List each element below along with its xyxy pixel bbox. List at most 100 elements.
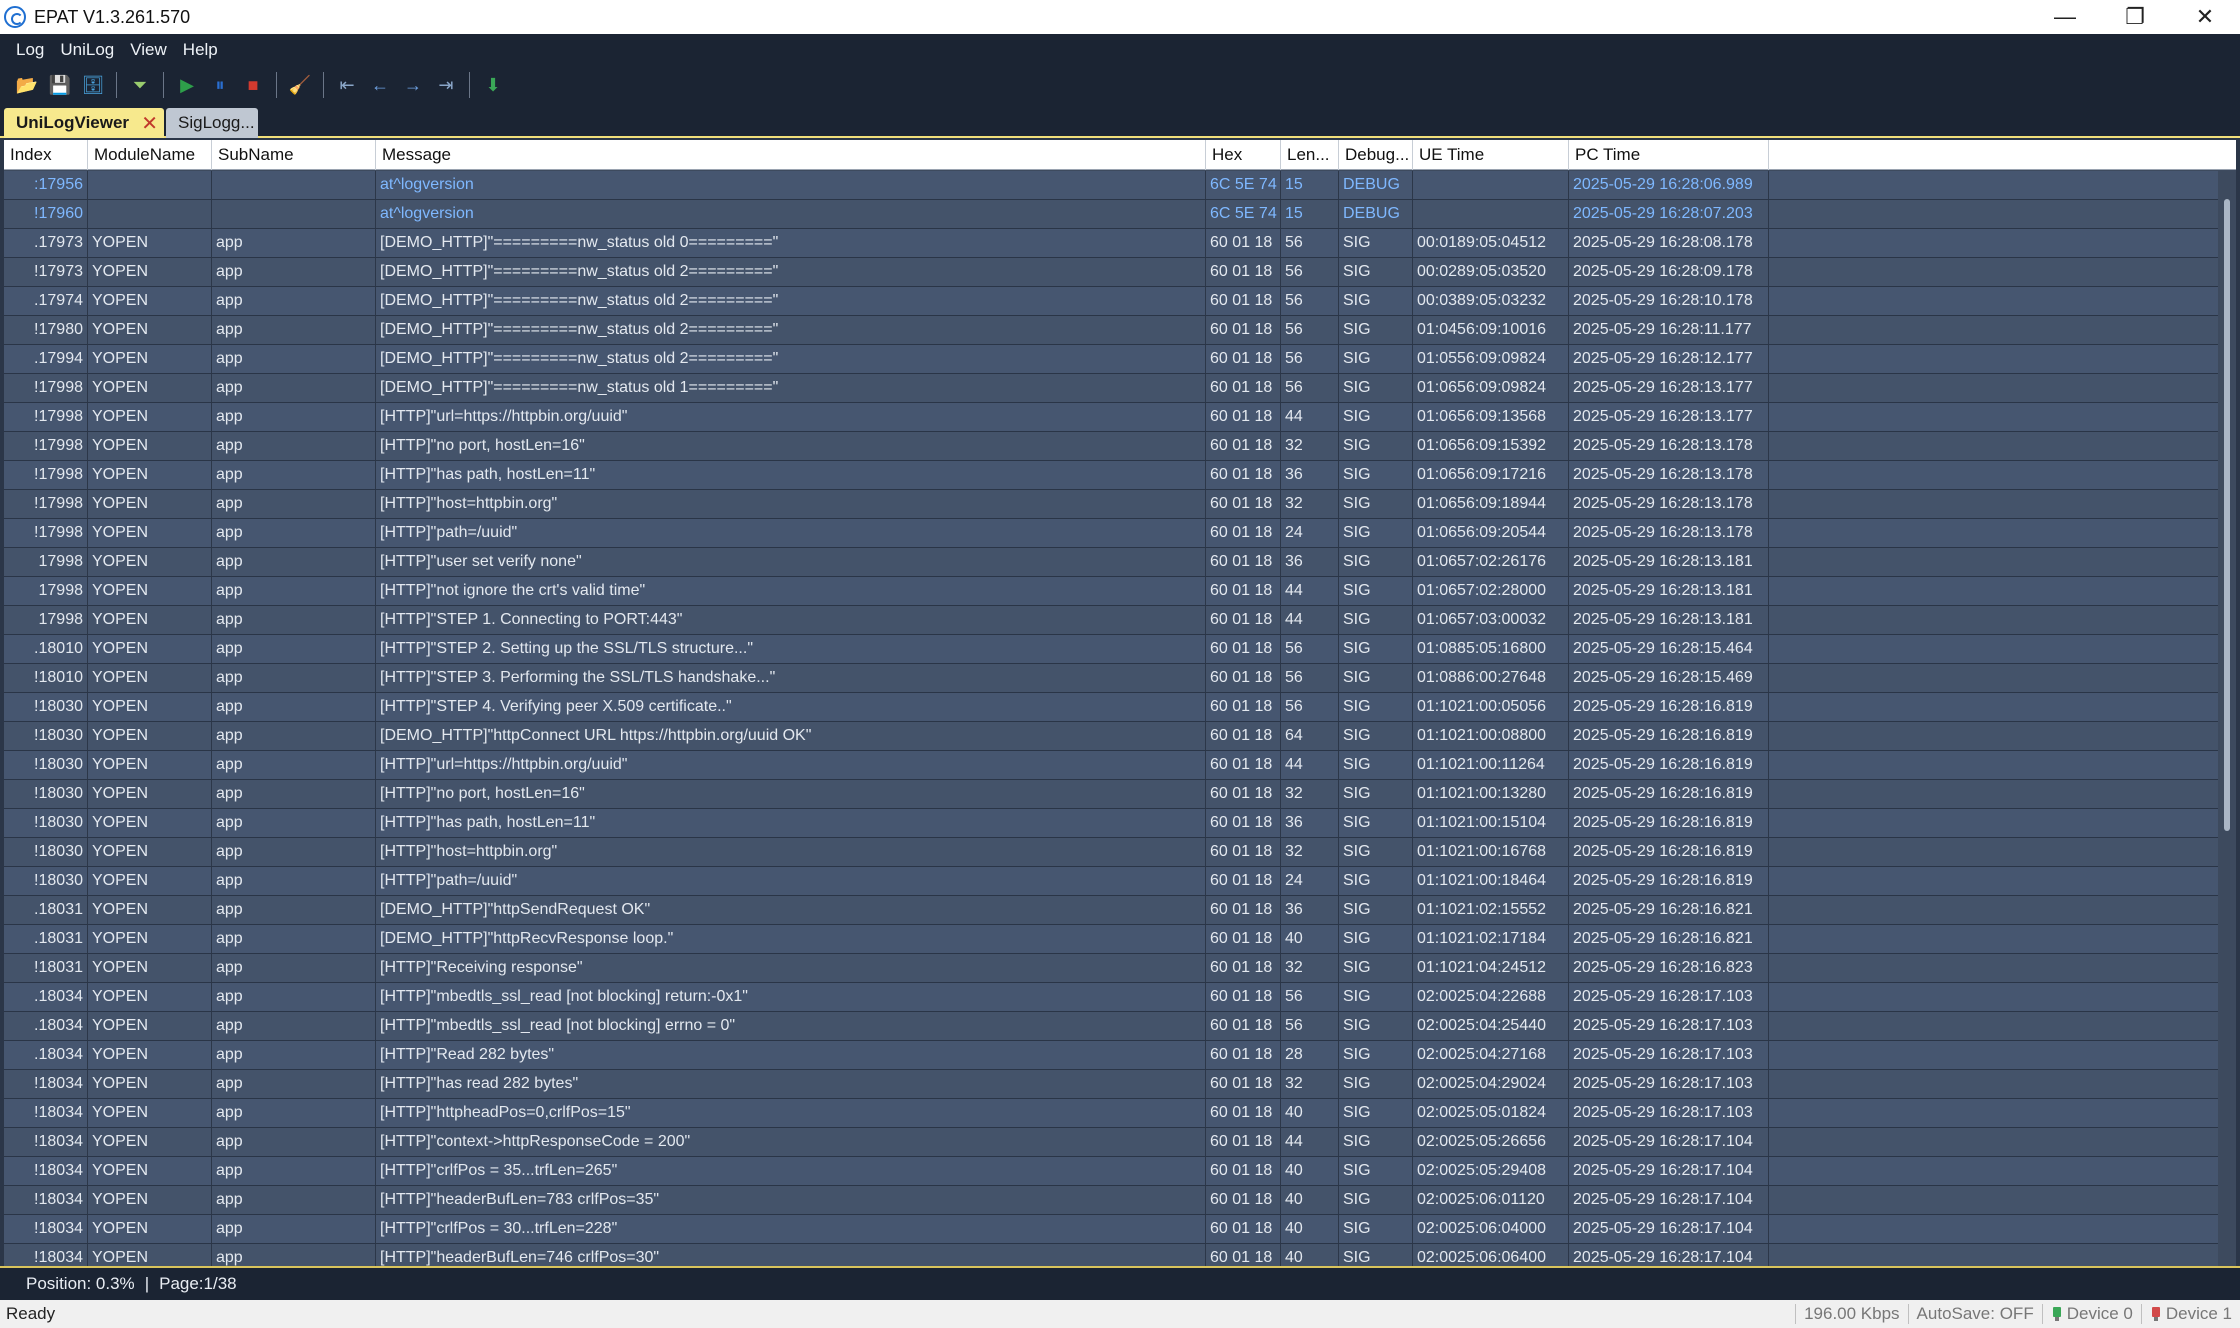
table-row[interactable]: 18030! YOPEN app [HTTP]"path=/uuid" 60 01 18…: [4, 867, 2218, 896]
table-row[interactable]: 17956: at^logversion 6C 5E 74 15 DEBUG 2025-0…: [4, 171, 2218, 200]
table-row[interactable]: 18034! YOPEN app [HTTP]"crlfPos = 30...trfL…: [4, 1215, 2218, 1244]
vertical-scrollbar[interactable]: [2218, 171, 2236, 1266]
table-row[interactable]: 18010. YOPEN app [HTTP]"STEP 2. Setting up …: [4, 635, 2218, 664]
table-row[interactable]: 17998! YOPEN app [HTTP]"no port, hostLen=16…: [4, 432, 2218, 461]
close-tab-icon[interactable]: ✕: [141, 111, 158, 136]
table-row[interactable]: 18031. YOPEN app [DEMO_HTTP]"httpSendReques…: [4, 896, 2218, 925]
table-row[interactable]: 18034! YOPEN app [HTTP]"crlfPos = 35...trfL…: [4, 1157, 2218, 1186]
stop-icon[interactable]: ■: [238, 70, 268, 100]
table-row[interactable]: 18034! YOPEN app [HTTP]"headerBufLen=783 cr…: [4, 1186, 2218, 1215]
scrollbar-thumb[interactable]: [2224, 199, 2230, 831]
table-row[interactable]: 17998! YOPEN app [HTTP]"url=https://httpbin…: [4, 403, 2218, 432]
table-row[interactable]: 17994. YOPEN app [DEMO_HTTP]"=========nw_st…: [4, 345, 2218, 374]
tab-unilogviewer[interactable]: UniLogViewer ✕: [4, 108, 164, 138]
cell-index: 18030!: [4, 780, 88, 808]
last-page-icon[interactable]: ⇥: [431, 70, 461, 100]
cell-index: 17956:: [4, 171, 88, 199]
column-header-ue-time[interactable]: UE Time: [1413, 140, 1569, 170]
cell-filler: [1769, 867, 2218, 895]
menu-view[interactable]: View: [122, 40, 175, 60]
table-row[interactable]: 17973. YOPEN app [DEMO_HTTP]"=========nw_st…: [4, 229, 2218, 258]
menu-help[interactable]: Help: [175, 40, 226, 60]
save-log-icon[interactable]: 💾: [45, 70, 75, 100]
minimize-button[interactable]: —: [2030, 0, 2100, 34]
table-row[interactable]: 18030! YOPEN app [DEMO_HTTP]"httpConnect UR…: [4, 722, 2218, 751]
table-row[interactable]: 18034. YOPEN app [HTTP]"Read 282 bytes" 60 0…: [4, 1041, 2218, 1070]
table-row[interactable]: 18030! YOPEN app [HTTP]"STEP 4. Verifying p…: [4, 693, 2218, 722]
table-row[interactable]: 18031. YOPEN app [DEMO_HTTP]"httpRecvRespon…: [4, 925, 2218, 954]
next-page-icon[interactable]: →: [398, 70, 428, 100]
table-row[interactable]: 17960! at^logversion 6C 5E 74 15 DEBUG 2025-0…: [4, 200, 2218, 229]
column-header-message[interactable]: Message: [376, 140, 1206, 170]
cell-ue-time: 01:0885:05:16800: [1413, 635, 1569, 663]
play-icon[interactable]: ▶: [172, 70, 202, 100]
cell-pc-time: 2025-05-29 16:28:15.464: [1569, 635, 1769, 663]
table-row[interactable]: 17998! YOPEN app [HTTP]"has path, hostLen=1…: [4, 461, 2218, 490]
menu-log[interactable]: Log: [0, 40, 52, 60]
position-separator: |: [144, 1274, 150, 1293]
open-log-icon[interactable]: 📂: [12, 70, 42, 100]
cell-message: [HTTP]"url=https://httpbin.org/uuid": [376, 403, 1206, 431]
filter-icon[interactable]: ⏷: [125, 70, 155, 100]
cell-index: 17998: [4, 548, 88, 576]
cell-filler: [1769, 954, 2218, 982]
table-row[interactable]: 18034! YOPEN app [HTTP]"has read 282 bytes"…: [4, 1070, 2218, 1099]
cell-debug-level: SIG: [1339, 606, 1413, 634]
cell-ue-time: 02:0025:05:26656: [1413, 1128, 1569, 1156]
column-header-subname[interactable]: SubName: [212, 140, 376, 170]
table-row[interactable]: 18010! YOPEN app [HTTP]"STEP 3. Performing …: [4, 664, 2218, 693]
table-row[interactable]: 18034! YOPEN app [HTTP]"context->httpRespon…: [4, 1128, 2218, 1157]
table-row[interactable]: 18034! YOPEN app [HTTP]"headerBufLen=746 cr…: [4, 1244, 2218, 1266]
log-grid[interactable]: Index ModuleName SubName Message Hex Len…: [4, 140, 2236, 1266]
tab-siglogger[interactable]: SigLogg...: [166, 108, 258, 138]
table-row[interactable]: 18030! YOPEN app [HTTP]"has path, hostLen=1…: [4, 809, 2218, 838]
restore-button[interactable]: ❐: [2100, 0, 2170, 34]
menu-unilog[interactable]: UniLog: [52, 40, 122, 60]
cell-debug-level: SIG: [1339, 258, 1413, 286]
column-header-debug[interactable]: Debug...: [1339, 140, 1413, 170]
cell-pc-time: 2025-05-29 16:28:16.819: [1569, 838, 1769, 866]
cell-hex: 60 01 18: [1206, 490, 1281, 518]
table-row[interactable]: 18034! YOPEN app [HTTP]"httpheadPos=0,crlfP…: [4, 1099, 2218, 1128]
cell-index: 18034.: [4, 1012, 88, 1040]
table-row[interactable]: 17998! YOPEN app [DEMO_HTTP]"=========nw_st…: [4, 374, 2218, 403]
cell-message: [DEMO_HTTP]"httpConnect URL https://http…: [376, 722, 1206, 750]
table-row[interactable]: 17998 YOPEN app [HTTP]"STEP 1. Connecting t…: [4, 606, 2218, 635]
table-row[interactable]: 18030! YOPEN app [HTTP]"no port, hostLen=16…: [4, 780, 2218, 809]
cell-hex: 60 01 18: [1206, 838, 1281, 866]
cell-debug-level: DEBUG: [1339, 200, 1413, 228]
cell-message: [HTTP]"host=httpbin.org": [376, 838, 1206, 866]
cell-length: 36: [1281, 548, 1339, 576]
cell-message: [HTTP]"headerBufLen=783 crlfPos=35": [376, 1186, 1206, 1214]
cell-module: YOPEN: [88, 1215, 212, 1243]
cell-filler: [1769, 1186, 2218, 1214]
table-row[interactable]: 17998! YOPEN app [HTTP]"host=httpbin.org" 60…: [4, 490, 2218, 519]
download-icon[interactable]: ⬇: [478, 70, 508, 100]
table-row[interactable]: 17974. YOPEN app [DEMO_HTTP]"=========nw_st…: [4, 287, 2218, 316]
cell-subname: app: [212, 316, 376, 344]
table-row[interactable]: 18034. YOPEN app [HTTP]"mbedtls_ssl_read [n…: [4, 1012, 2218, 1041]
table-row[interactable]: 18031! YOPEN app [HTTP]"Receiving response"…: [4, 954, 2218, 983]
clear-icon[interactable]: 🧹: [285, 70, 315, 100]
table-row[interactable]: 18030! YOPEN app [HTTP]"url=https://httpbin…: [4, 751, 2218, 780]
database-icon[interactable]: 🗄: [78, 70, 108, 100]
table-row[interactable]: 17998! YOPEN app [HTTP]"path=/uuid" 60 01 18…: [4, 519, 2218, 548]
table-row[interactable]: 18030! YOPEN app [HTTP]"host=httpbin.org" 60…: [4, 838, 2218, 867]
cell-length: 44: [1281, 577, 1339, 605]
column-header-hex[interactable]: Hex: [1206, 140, 1281, 170]
close-window-button[interactable]: ✕: [2170, 0, 2240, 34]
table-row[interactable]: 17998 YOPEN app [HTTP]"user set verify none…: [4, 548, 2218, 577]
previous-page-icon[interactable]: ←: [365, 70, 395, 100]
first-page-icon[interactable]: ⇤: [332, 70, 362, 100]
column-header-length[interactable]: Len...: [1281, 140, 1339, 170]
pause-icon[interactable]: ⏸: [205, 70, 235, 100]
table-row[interactable]: 17973! YOPEN app [DEMO_HTTP]"=========nw_st…: [4, 258, 2218, 287]
table-row[interactable]: 17980! YOPEN app [DEMO_HTTP]"=========nw_st…: [4, 316, 2218, 345]
column-header-index[interactable]: Index: [4, 140, 88, 170]
cell-pc-time: 2025-05-29 16:28:06.989: [1569, 171, 1769, 199]
table-row[interactable]: 18034. YOPEN app [HTTP]"mbedtls_ssl_read [n…: [4, 983, 2218, 1012]
column-header-pc-time[interactable]: PC Time: [1569, 140, 1769, 170]
column-header-module[interactable]: ModuleName: [88, 140, 212, 170]
table-row[interactable]: 17998 YOPEN app [HTTP]"not ignore the crt's…: [4, 577, 2218, 606]
cell-filler: [1769, 838, 2218, 866]
